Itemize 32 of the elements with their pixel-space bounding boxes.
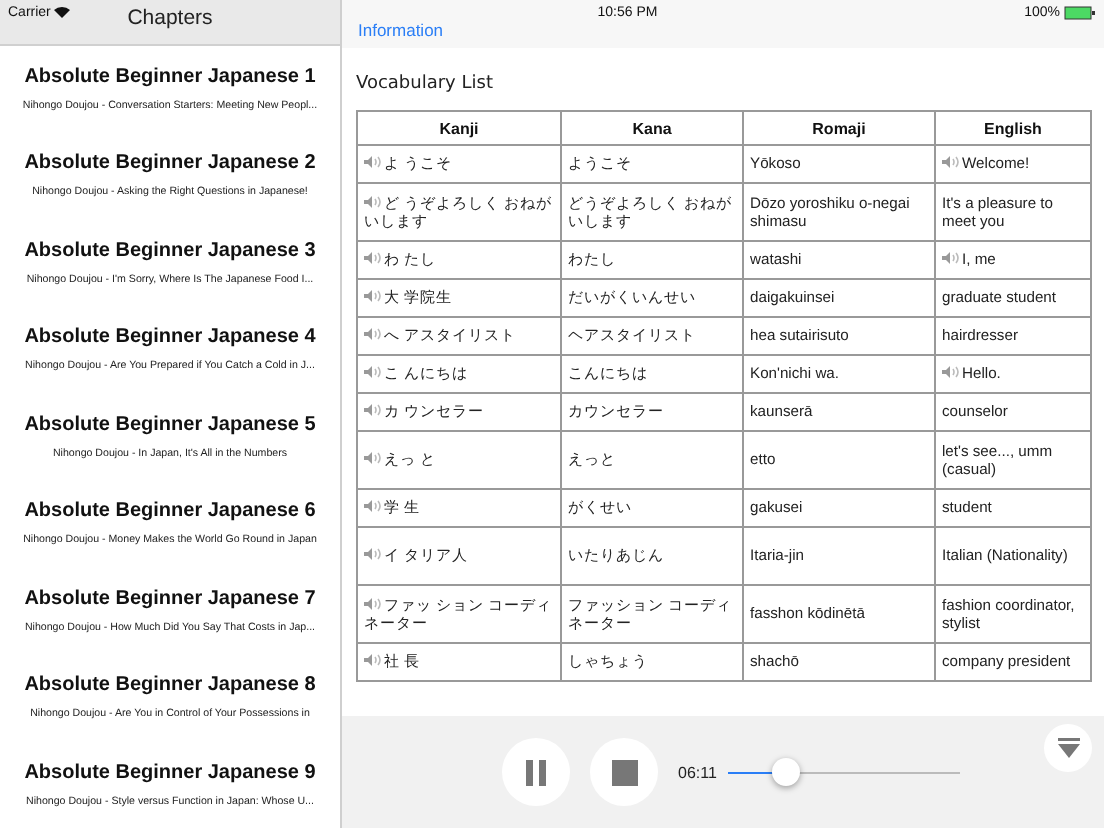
speaker-icon[interactable] (364, 326, 382, 343)
slider-thumb[interactable] (772, 758, 801, 786)
speaker-icon[interactable] (364, 498, 382, 515)
information-link[interactable]: Information (358, 20, 444, 40)
speaker-icon[interactable] (364, 250, 382, 267)
speaker-icon[interactable] (364, 154, 382, 171)
column-header: Kana (561, 111, 743, 145)
speaker-icon[interactable] (364, 546, 382, 563)
column-header: Kanji (357, 111, 561, 145)
speaker-icon[interactable] (364, 595, 382, 612)
speaker-icon[interactable] (364, 652, 382, 669)
battery-icon (1063, 5, 1096, 19)
speaker-icon[interactable] (364, 193, 382, 210)
speaker-icon[interactable] (942, 364, 960, 381)
wifi-icon (54, 6, 71, 18)
pause-icon (526, 759, 546, 785)
speaker-icon[interactable] (364, 288, 382, 305)
column-header: Romaji (743, 111, 935, 145)
stop-button[interactable] (590, 738, 658, 806)
section-title: Vocabulary List (356, 74, 495, 94)
speaker-icon[interactable] (364, 364, 382, 381)
down-triangle-icon (1057, 738, 1079, 758)
speaker-icon[interactable] (942, 154, 960, 171)
speaker-icon[interactable] (364, 402, 382, 419)
pause-button[interactable] (502, 738, 570, 806)
elapsed-time: 06:11 (678, 763, 717, 781)
stop-icon (611, 759, 637, 785)
speaker-icon[interactable] (364, 450, 382, 467)
sidebar-title: Chapters (127, 5, 213, 29)
collapse-button[interactable] (1044, 724, 1092, 772)
speaker-icon[interactable] (942, 250, 960, 267)
column-header: English (935, 111, 1091, 145)
